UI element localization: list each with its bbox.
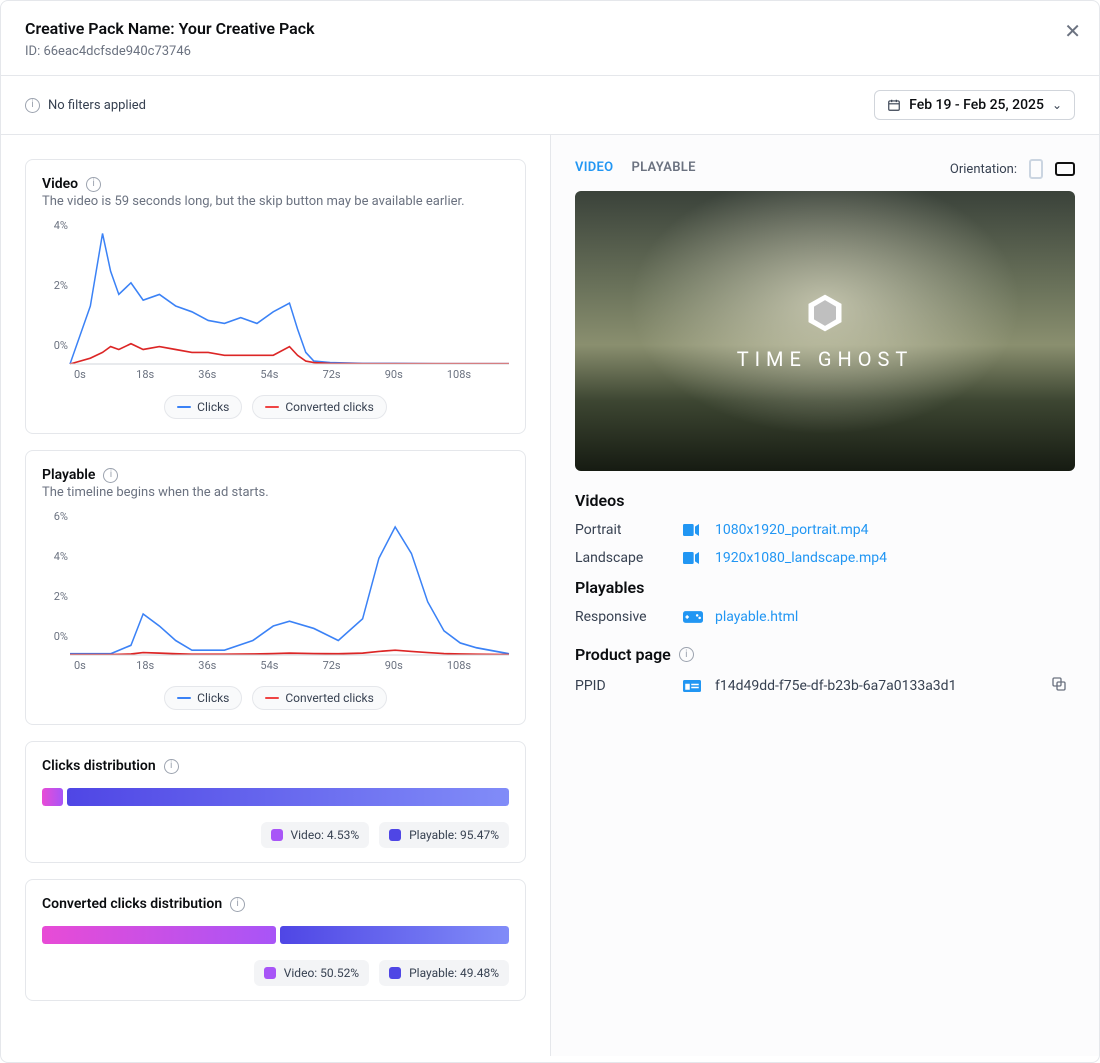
video-portrait-row: Portrait 1080x1920_portrait.mp4: [575, 522, 1075, 538]
conv-dist-title: Converted clicks distribution: [42, 896, 222, 912]
clicks-dist-bar: [42, 788, 509, 806]
preview-tabs: VIDEO PLAYABLE: [575, 160, 696, 179]
videos-heading: Videos: [575, 491, 1075, 510]
video-landscape-row: Landscape 1920x1080_landscape.mp4: [575, 550, 1075, 566]
playable-legend: Clicks Converted clicks: [42, 686, 509, 710]
tab-video[interactable]: VIDEO: [575, 160, 613, 179]
landscape-label: Landscape: [575, 550, 675, 566]
modal-header: Creative Pack Name: Your Creative Pack I…: [1, 1, 1099, 76]
orientation-landscape-button[interactable]: [1055, 162, 1075, 176]
info-icon[interactable]: i: [164, 759, 179, 774]
clicks-dist-video-seg: [42, 788, 63, 806]
portrait-label: Portrait: [575, 522, 675, 538]
video-legend: Clicks Converted clicks: [42, 395, 509, 419]
responsive-label: Responsive: [575, 609, 675, 625]
playable-file-link[interactable]: playable.html: [715, 609, 1043, 625]
page-icon: [683, 680, 707, 692]
landscape-file-link[interactable]: 1920x1080_landscape.mp4: [715, 550, 1043, 566]
clicks-distribution-card: Clicks distribution i Video: 4.53% Playa…: [25, 741, 526, 863]
clicks-dist-title: Clicks distribution: [42, 758, 156, 774]
ppid-row: PPID f14d49dd-f75e-df-b23b-6a7a0133a3d1: [575, 676, 1075, 696]
clicks-dist-playable-label: Playable: 95.47%: [379, 822, 509, 848]
video-icon: [683, 524, 707, 536]
video-chart-title: Video: [42, 176, 78, 192]
page-title: Creative Pack Name: Your Creative Pack: [25, 19, 1075, 38]
video-icon: [683, 552, 707, 564]
ppid-label: PPID: [575, 678, 675, 694]
legend-clicks[interactable]: Clicks: [164, 686, 242, 710]
preview-logo: TIME GHOST: [737, 291, 914, 371]
y-axis: 4% 2% 0%: [40, 219, 68, 352]
conv-dist-playable-seg: [280, 926, 509, 944]
info-icon[interactable]: i: [103, 468, 118, 483]
x-axis: 0s 18s 36s 54s 72s 90s 108s: [74, 659, 509, 672]
date-range-text: Feb 19 - Feb 25, 2025: [909, 97, 1044, 113]
portrait-file-link[interactable]: 1080x1920_portrait.mp4: [715, 522, 1043, 538]
x-axis: 0s 18s 36s 54s 72s 90s 108s: [74, 368, 509, 381]
playable-chart: 6% 4% 2% 0%: [70, 510, 509, 655]
preview-column: VIDEO PLAYABLE Orientation: TIME GHOST V…: [551, 135, 1099, 1056]
conv-dist-video-label: Video: 50.52%: [254, 960, 369, 986]
playable-chart-card: Playable i The timeline begins when the …: [25, 450, 526, 725]
video-chart-subtitle: The video is 59 seconds long, but the sk…: [42, 194, 509, 209]
y-axis: 6% 4% 2% 0%: [40, 510, 68, 643]
conv-dist-bar: [42, 926, 509, 944]
filter-bar: i No filters applied Feb 19 - Feb 25, 20…: [1, 76, 1099, 135]
copy-button[interactable]: [1051, 676, 1075, 696]
conv-dist-video-seg: [42, 926, 276, 944]
clicks-dist-playable-seg: [67, 788, 509, 806]
tab-playable[interactable]: PLAYABLE: [631, 160, 695, 179]
conv-dist-playable-label: Playable: 49.48%: [379, 960, 509, 986]
video-chart: 4% 2% 0%: [70, 219, 509, 364]
orientation-portrait-button[interactable]: [1029, 159, 1043, 179]
info-icon[interactable]: i: [86, 177, 101, 192]
playable-chart-subtitle: The timeline begins when the ad starts.: [42, 485, 509, 500]
gamepad-icon: [683, 611, 707, 623]
legend-converted-clicks[interactable]: Converted clicks: [252, 395, 386, 419]
chevron-down-icon: ⌄: [1052, 98, 1062, 112]
legend-clicks[interactable]: Clicks: [164, 395, 242, 419]
info-icon[interactable]: i: [679, 647, 694, 662]
charts-column: Video i The video is 59 seconds long, bu…: [1, 135, 551, 1056]
creative-pack-modal: Creative Pack Name: Your Creative Pack I…: [0, 0, 1100, 1063]
date-range-picker[interactable]: Feb 19 - Feb 25, 2025 ⌄: [874, 90, 1075, 120]
creative-pack-id: ID: 66eac4dcfsde940c73746: [25, 44, 1075, 59]
playables-heading: Playables: [575, 578, 1075, 597]
info-icon: i: [25, 98, 40, 113]
filter-status-text: No filters applied: [48, 98, 146, 113]
close-button[interactable]: ✕: [1064, 19, 1081, 43]
orientation-control: Orientation:: [950, 159, 1075, 179]
video-preview[interactable]: TIME GHOST: [575, 191, 1075, 471]
legend-converted-clicks[interactable]: Converted clicks: [252, 686, 386, 710]
converted-clicks-distribution-card: Converted clicks distribution i Video: 5…: [25, 879, 526, 1001]
video-chart-card: Video i The video is 59 seconds long, bu…: [25, 159, 526, 434]
clicks-dist-video-label: Video: 4.53%: [261, 822, 370, 848]
ppid-value: f14d49dd-f75e-df-b23b-6a7a0133a3d1: [715, 678, 1043, 694]
playable-chart-title: Playable: [42, 467, 95, 483]
calendar-icon: [887, 98, 901, 112]
playable-responsive-row: Responsive playable.html: [575, 609, 1075, 625]
info-icon[interactable]: i: [230, 897, 245, 912]
orientation-label: Orientation:: [950, 162, 1017, 177]
filter-status: i No filters applied: [25, 98, 146, 113]
product-page-heading: Product page: [575, 645, 671, 664]
